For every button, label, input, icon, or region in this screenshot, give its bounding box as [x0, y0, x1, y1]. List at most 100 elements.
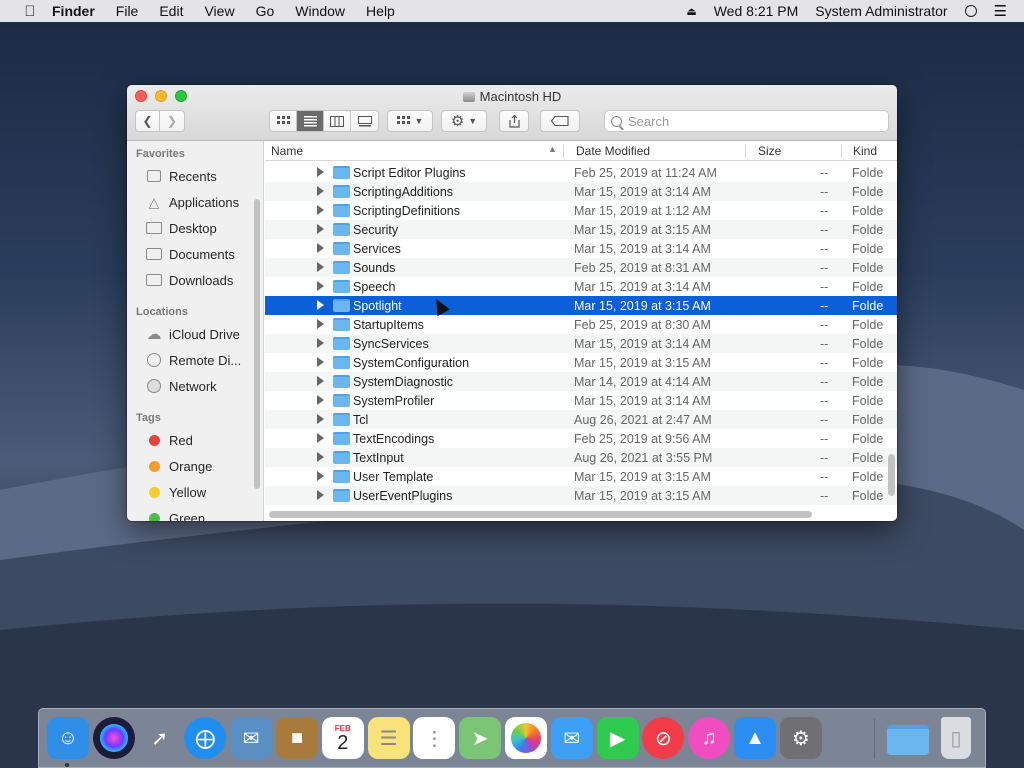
system-preferences-icon[interactable]: ⚙ — [779, 717, 822, 759]
messages-icon[interactable]: ✉ — [550, 717, 593, 759]
icon-view-button[interactable] — [270, 111, 297, 131]
disclosure-triangle-icon[interactable] — [317, 262, 324, 272]
column-view-button[interactable] — [324, 111, 351, 131]
notes-icon[interactable]: ☰ — [367, 717, 410, 759]
disclosure-triangle-icon[interactable] — [317, 319, 324, 329]
notification-center-icon[interactable]: ☰ — [994, 2, 1007, 20]
disclosure-triangle-icon[interactable] — [317, 395, 324, 405]
sidebar-tag-red[interactable]: Red — [145, 429, 193, 451]
contacts-icon[interactable]: ■ — [276, 717, 318, 759]
launchpad-icon[interactable]: ➚ — [138, 717, 181, 759]
sidebar-item-icloud-drive[interactable]: ☁ iCloud Drive — [145, 323, 240, 345]
table-row[interactable]: TextEncodings Feb 25, 2019 at 9:56 AM -- Fo… — [265, 429, 897, 448]
menu-edit[interactable]: Edit — [159, 3, 183, 19]
sidebar-item-documents[interactable]: Documents — [145, 243, 235, 265]
column-header-name[interactable]: Name — [271, 144, 303, 158]
news-icon[interactable]: ⊘ — [642, 717, 685, 759]
disclosure-triangle-icon[interactable] — [317, 414, 324, 424]
table-row[interactable]: Security Mar 15, 2019 at 3:15 AM -- Folde — [265, 220, 897, 239]
table-row[interactable]: Script Editor Plugins Feb 25, 2019 at 11:… — [265, 163, 897, 182]
table-row[interactable]: ScriptingDefinitions Mar 15, 2019 at 1:12… — [265, 201, 897, 220]
disclosure-triangle-icon[interactable] — [317, 243, 324, 253]
column-separator[interactable] — [745, 144, 746, 158]
back-button[interactable]: ❮ — [135, 110, 160, 132]
disclosure-triangle-icon[interactable] — [317, 338, 324, 348]
menu-file[interactable]: File — [116, 3, 139, 19]
sidebar-scrollbar[interactable] — [254, 199, 260, 489]
menu-view[interactable]: View — [204, 3, 234, 19]
calendar-icon[interactable]: FEB 2 — [321, 717, 364, 759]
table-row[interactable]: SystemDiagnostic Mar 14, 2019 at 4:14 AM -… — [265, 372, 897, 391]
disclosure-triangle-icon[interactable] — [317, 357, 324, 367]
sidebar-tag-orange[interactable]: Orange — [145, 455, 212, 477]
disclosure-triangle-icon[interactable] — [317, 300, 324, 310]
eject-icon[interactable]: ⏏ — [686, 5, 696, 18]
itunes-icon[interactable]: ♫ — [688, 717, 731, 759]
spotlight-icon[interactable] — [964, 5, 977, 17]
table-row[interactable]: Spotlight Mar 15, 2019 at 3:15 AM -- Folde — [265, 296, 897, 315]
maps-icon[interactable]: ➤ — [459, 717, 502, 759]
column-header-date[interactable]: Date Modified — [576, 144, 650, 158]
table-row[interactable]: UserEventPlugins Mar 15, 2019 at 3:15 AM -… — [265, 486, 897, 505]
menu-clock[interactable]: Wed 8:21 PM — [714, 3, 799, 19]
menu-window[interactable]: Window — [295, 3, 345, 19]
table-row[interactable]: SystemConfiguration Mar 15, 2019 at 3:15 … — [265, 353, 897, 372]
apple-menu-icon[interactable]:  — [20, 3, 40, 20]
column-separator[interactable] — [563, 144, 564, 158]
sidebar-item-recents[interactable]: Recents — [145, 165, 217, 187]
edit-tags-button[interactable] — [540, 110, 580, 132]
table-row[interactable]: Services Mar 15, 2019 at 3:14 AM -- Folde — [265, 239, 897, 258]
sidebar-item-downloads[interactable]: Downloads — [145, 269, 233, 291]
finder-icon[interactable]: ☺ — [47, 717, 89, 759]
downloads-folder-icon[interactable] — [887, 725, 929, 755]
sidebar-tag-green[interactable]: Green — [145, 507, 205, 521]
table-row[interactable]: Speech Mar 15, 2019 at 3:14 AM -- Folde — [265, 277, 897, 296]
reminders-icon[interactable]: ⋮ — [413, 717, 456, 759]
menu-user[interactable]: System Administrator — [815, 3, 947, 19]
disclosure-triangle-icon[interactable] — [317, 490, 324, 500]
search-field[interactable]: Search — [604, 110, 889, 132]
photos-icon[interactable] — [505, 717, 547, 759]
share-button[interactable] — [499, 110, 529, 132]
menu-finder[interactable]: Finder — [52, 3, 95, 19]
disclosure-triangle-icon[interactable] — [317, 186, 324, 196]
list-view-button[interactable] — [297, 111, 324, 131]
menu-help[interactable]: Help — [366, 3, 395, 19]
disclosure-triangle-icon[interactable] — [317, 224, 324, 234]
table-row[interactable]: SystemProfiler Mar 15, 2019 at 3:14 AM -- F… — [265, 391, 897, 410]
facetime-icon[interactable]: ▶ — [596, 717, 639, 759]
app-store-icon[interactable]: ▲ — [734, 717, 776, 759]
forward-button[interactable]: ❯ — [159, 110, 185, 132]
disclosure-triangle-icon[interactable] — [317, 281, 324, 291]
table-row[interactable]: TextInput Aug 26, 2021 at 3:55 PM -- Folde — [265, 448, 897, 467]
column-header-kind[interactable]: Kind — [853, 144, 877, 158]
disclosure-triangle-icon[interactable] — [317, 205, 324, 215]
sidebar-item-remote-disc[interactable]: Remote Di... — [145, 349, 241, 371]
mail-icon[interactable]: ✉ — [230, 717, 273, 759]
menu-go[interactable]: Go — [256, 3, 275, 19]
disclosure-triangle-icon[interactable] — [317, 167, 324, 177]
horizontal-scrollbar[interactable] — [269, 511, 812, 518]
table-row[interactable]: ScriptingAdditions Mar 15, 2019 at 3:14 A… — [265, 182, 897, 201]
siri-icon[interactable] — [92, 717, 135, 759]
column-separator[interactable] — [841, 144, 842, 158]
safari-icon[interactable]: ⨁ — [184, 717, 227, 759]
table-row[interactable]: StartupItems Feb 25, 2019 at 8:30 AM -- Fol… — [265, 315, 897, 334]
action-button[interactable]: ⚙ ▼ — [441, 110, 487, 132]
table-row[interactable]: Sounds Feb 25, 2019 at 8:31 AM -- Folde — [265, 258, 897, 277]
table-row[interactable]: User Template Mar 15, 2019 at 3:15 AM -- Fo… — [265, 467, 897, 486]
vertical-scrollbar[interactable] — [888, 454, 895, 496]
table-row[interactable]: Tcl Aug 26, 2021 at 2:47 AM -- Folde — [265, 410, 897, 429]
group-by-button[interactable]: ▼ — [387, 110, 433, 132]
gallery-view-button[interactable] — [351, 111, 378, 131]
table-row[interactable]: SyncServices Mar 15, 2019 at 3:14 AM -- Fol… — [265, 334, 897, 353]
disclosure-triangle-icon[interactable] — [317, 471, 324, 481]
disclosure-triangle-icon[interactable] — [317, 452, 324, 462]
sidebar-item-applications[interactable]: △ Applications — [145, 191, 240, 213]
disclosure-triangle-icon[interactable] — [317, 433, 324, 443]
trash-icon[interactable]: ▯ — [941, 717, 971, 759]
column-header-size[interactable]: Size — [758, 144, 781, 158]
disclosure-triangle-icon[interactable] — [317, 376, 324, 386]
sidebar-item-network[interactable]: Network — [145, 375, 217, 397]
sidebar-item-desktop[interactable]: Desktop — [145, 217, 217, 239]
